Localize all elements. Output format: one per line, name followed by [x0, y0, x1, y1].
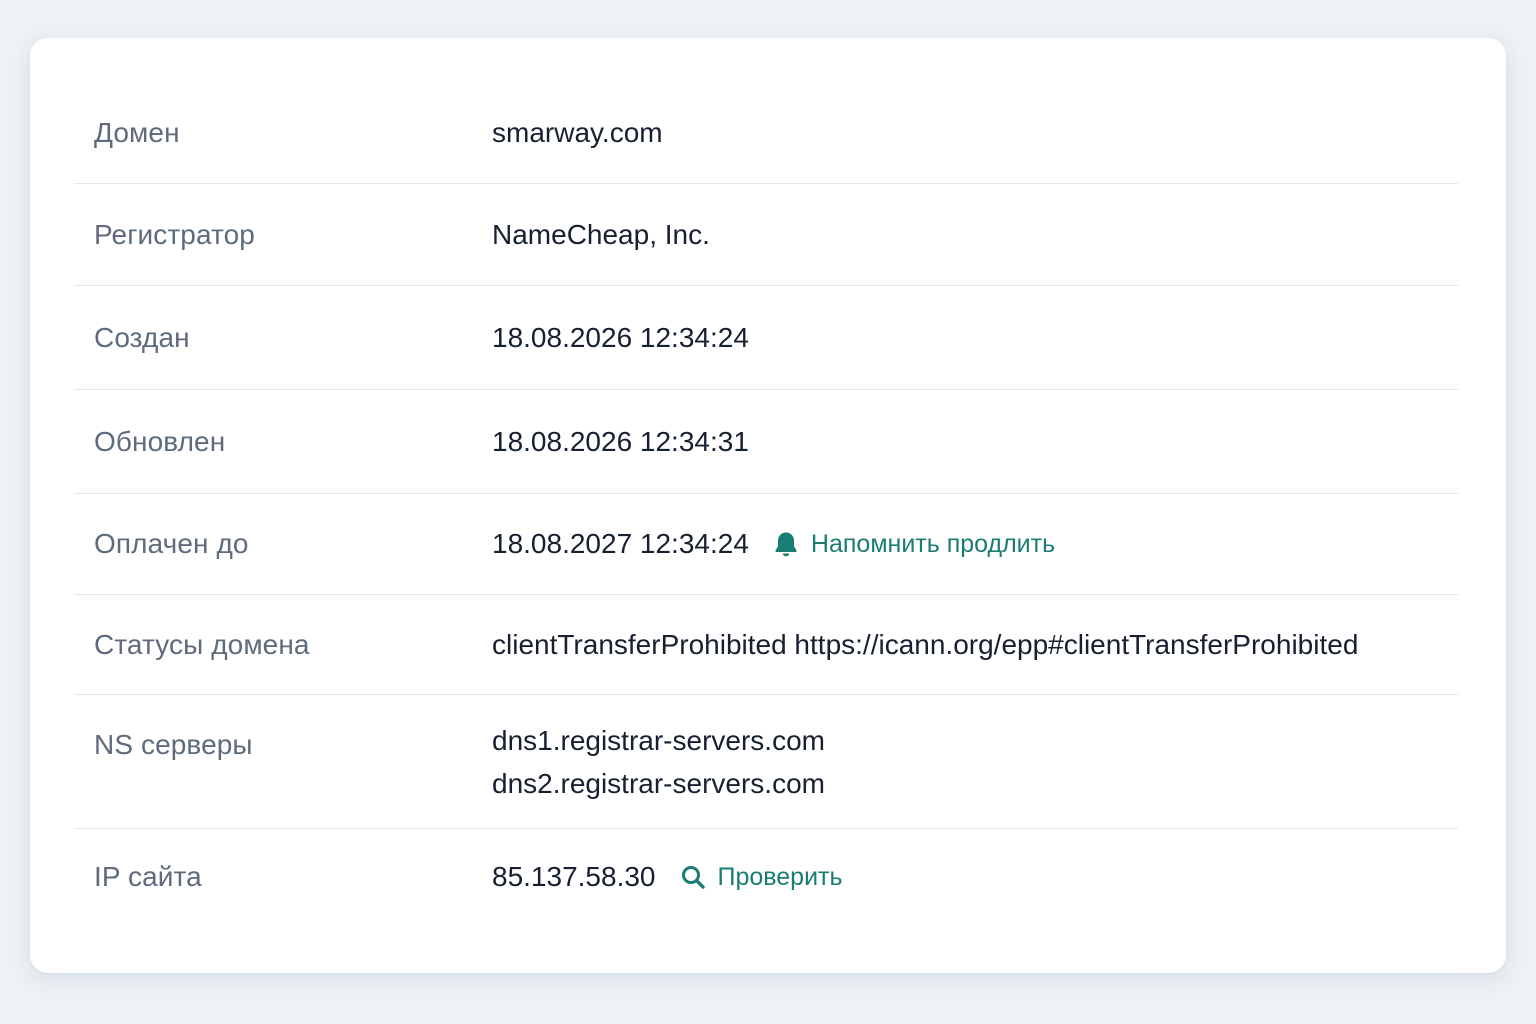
row-registrar: Регистратор NameCheap, Inc.	[74, 184, 1458, 286]
row-domain: Домен smarway.com	[74, 82, 1458, 184]
ns-server-item: dns2.registrar-servers.com	[492, 767, 825, 799]
row-label: Регистратор	[94, 218, 255, 250]
row-label: Статусы домена	[94, 628, 310, 660]
updated-value: 18.08.2026 12:34:31	[492, 425, 749, 457]
row-created: Создан 18.08.2026 12:34:24	[74, 286, 1458, 390]
domain-value: smarway.com	[492, 116, 663, 148]
row-ns-servers: NS серверы dns1.registrar-servers.com dn…	[74, 695, 1458, 829]
row-label: IP сайта	[94, 861, 202, 892]
row-label: NS серверы	[94, 729, 253, 760]
ip-cell: 85.137.58.30 Проверить	[492, 861, 1458, 893]
row-label: Обновлен	[94, 425, 226, 457]
row-ip: IP сайта 85.137.58.30 Проверить	[74, 829, 1458, 925]
row-paid-until: Оплачен до 18.08.2027 12:34:24 Напомнить…	[74, 494, 1458, 595]
row-label: Создан	[94, 321, 190, 353]
ns-server-item: dns1.registrar-servers.com	[492, 724, 825, 756]
statuses-value: clientTransferProhibited https://icann.o…	[492, 628, 1359, 660]
ns-servers-list: dns1.registrar-servers.com dns2.registra…	[492, 719, 1458, 805]
row-statuses: Статусы домена clientTransferProhibited …	[74, 595, 1458, 695]
check-ip-label: Проверить	[717, 862, 843, 891]
remind-renew-link[interactable]: Напомнить продлить	[773, 530, 1055, 559]
domain-info-card: Домен smarway.com Регистратор NameCheap,…	[30, 38, 1506, 973]
domain-info-table: Домен smarway.com Регистратор NameCheap,…	[74, 82, 1458, 925]
row-label: Оплачен до	[94, 528, 249, 559]
row-updated: Обновлен 18.08.2026 12:34:31	[74, 390, 1458, 494]
remind-renew-label: Напомнить продлить	[810, 529, 1056, 558]
search-icon	[680, 864, 718, 890]
ip-value: 85.137.58.30	[492, 861, 656, 892]
paid-until-value: 18.08.2027 12:34:24	[492, 528, 749, 559]
paid-until-cell: 18.08.2027 12:34:24 Напомнить продлить	[492, 528, 1458, 560]
row-label: Домен	[94, 116, 180, 148]
created-value: 18.08.2026 12:34:24	[492, 321, 749, 353]
bell-icon	[773, 530, 811, 558]
check-ip-link[interactable]: Проверить	[680, 863, 843, 892]
registrar-value: NameCheap, Inc.	[492, 218, 710, 250]
